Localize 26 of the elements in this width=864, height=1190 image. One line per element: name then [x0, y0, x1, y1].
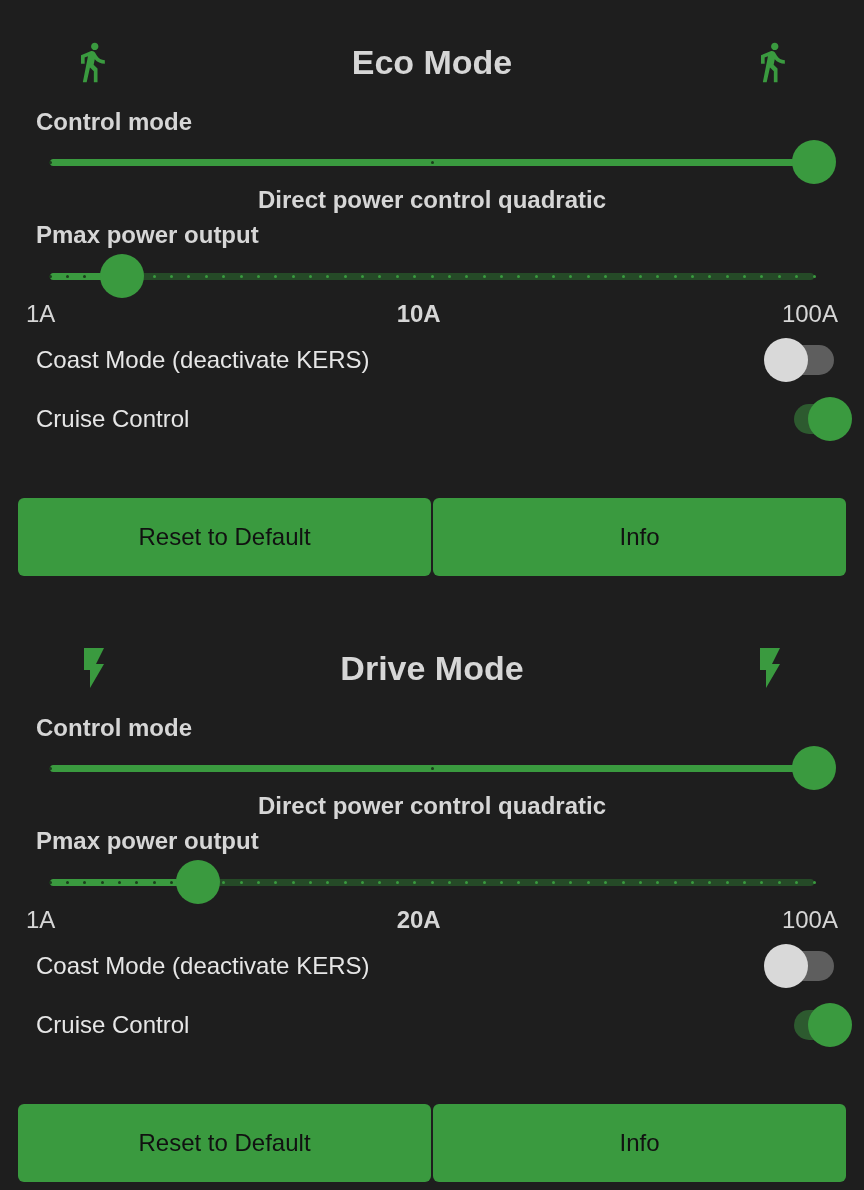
min-value: 1A [26, 905, 56, 935]
reset-button[interactable]: Reset to Default [18, 498, 431, 576]
slider-label: Control mode [36, 713, 192, 743]
slider-label: Pmax power output [36, 826, 259, 856]
info-button[interactable]: Info [433, 498, 846, 576]
slider-label: Pmax power output [36, 220, 259, 250]
current-value: 20A [396, 905, 441, 935]
reset-button[interactable]: Reset to Default [18, 1104, 431, 1182]
slider-thumb[interactable] [792, 139, 836, 184]
slider-value: Direct power control quadratic [257, 185, 607, 215]
toggle-label: Coast Mode (deactivate KERS) [36, 344, 370, 375]
slider-thumb[interactable] [792, 745, 836, 790]
section-title: Drive Mode [340, 647, 524, 689]
toggle-switch[interactable] [764, 943, 836, 988]
slider-label: Control mode [36, 107, 192, 137]
toggle-label: Coast Mode (deactivate KERS) [36, 950, 370, 981]
toggle-label: Cruise Control [36, 1009, 190, 1040]
section-title: Eco Mode [351, 41, 513, 83]
info-button[interactable]: Info [433, 1104, 846, 1182]
max-value: 100A [781, 905, 838, 935]
toggle-label: Cruise Control [36, 403, 190, 434]
toggle-switch[interactable] [764, 337, 836, 382]
max-value: 100A [781, 299, 838, 329]
min-value: 1A [26, 299, 56, 329]
current-value: 10A [396, 299, 441, 329]
slider-value: Direct power control quadratic [257, 791, 607, 821]
